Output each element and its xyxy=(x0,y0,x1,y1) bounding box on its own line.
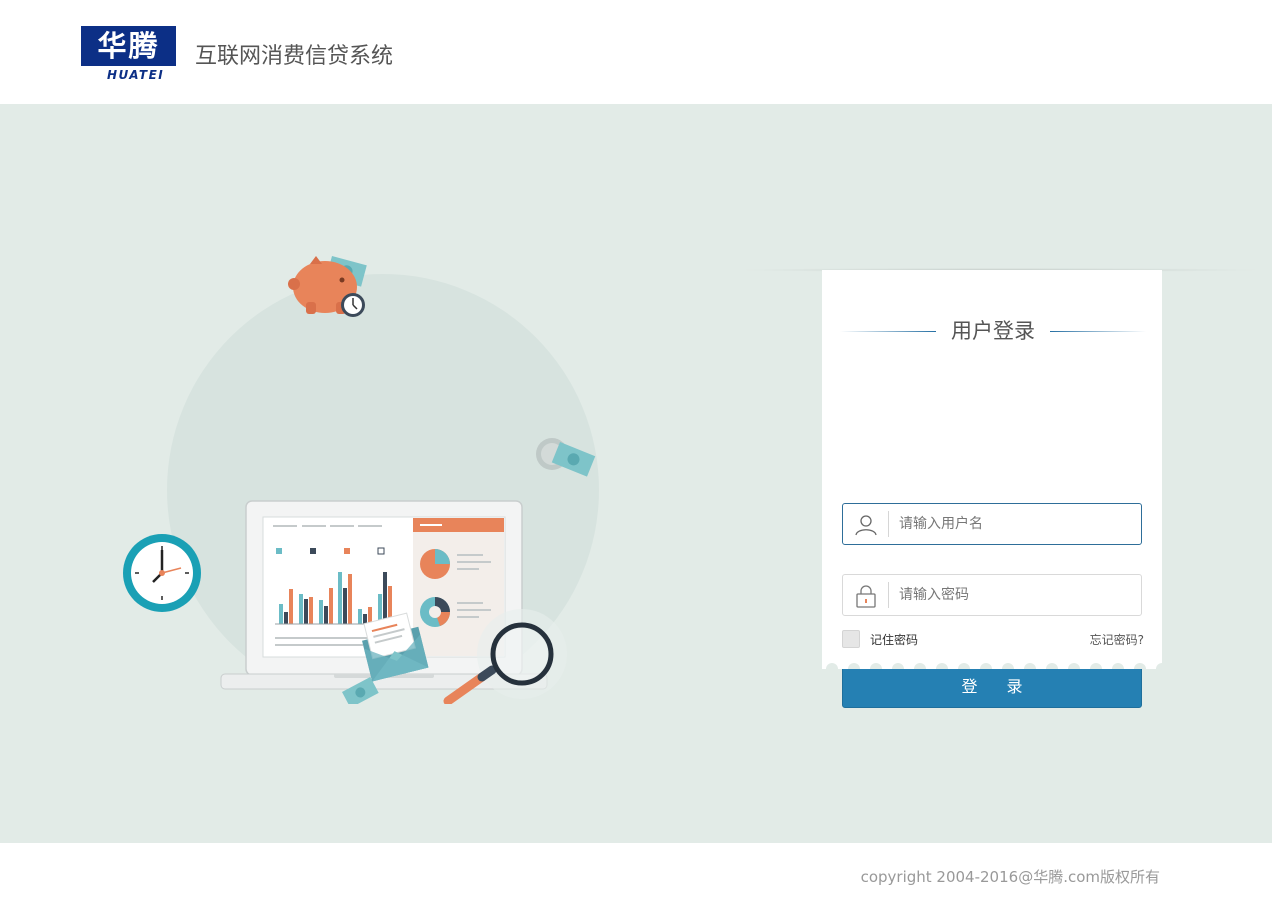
login-title-area: 用户登录 xyxy=(840,316,1146,346)
password-field[interactable] xyxy=(842,574,1142,616)
system-title: 互联网消费信贷系统 xyxy=(195,44,394,69)
remember-label: 记住密码 xyxy=(870,633,919,647)
lock-icon xyxy=(856,585,876,608)
logo-mark: 华腾 xyxy=(81,26,176,66)
field-separator xyxy=(888,511,889,537)
login-button[interactable]: 登 录 xyxy=(842,666,1142,708)
header: 华腾 HUATEI 互联网消费信贷系统 xyxy=(0,0,1272,104)
password-input[interactable] xyxy=(899,581,1129,609)
copyright-text: copyright 2004-2016@华腾.com版权所有 xyxy=(860,868,1160,886)
field-separator xyxy=(888,582,889,608)
remember-checkbox[interactable] xyxy=(842,630,860,648)
card-scalloped-edge xyxy=(822,657,1162,669)
title-divider-right xyxy=(1050,331,1146,332)
forgot-password-link[interactable]: 忘记密码? xyxy=(1090,631,1144,648)
clock-icon xyxy=(123,534,201,612)
envelope-icon xyxy=(362,612,429,682)
login-card: 用户登录 记住密码 忘记密码? 登 录 xyxy=(822,270,1162,708)
footer: copyright 2004-2016@华腾.com版权所有 xyxy=(0,843,1272,905)
user-icon xyxy=(855,515,877,536)
logo-subtext: HUATEI xyxy=(107,68,165,82)
username-input[interactable] xyxy=(899,510,1129,538)
main-area: 用户登录 记住密码 忘记密码? 登 录 xyxy=(0,104,1272,843)
logo[interactable]: 华腾 HUATEI xyxy=(81,26,179,82)
username-field[interactable] xyxy=(842,503,1142,545)
